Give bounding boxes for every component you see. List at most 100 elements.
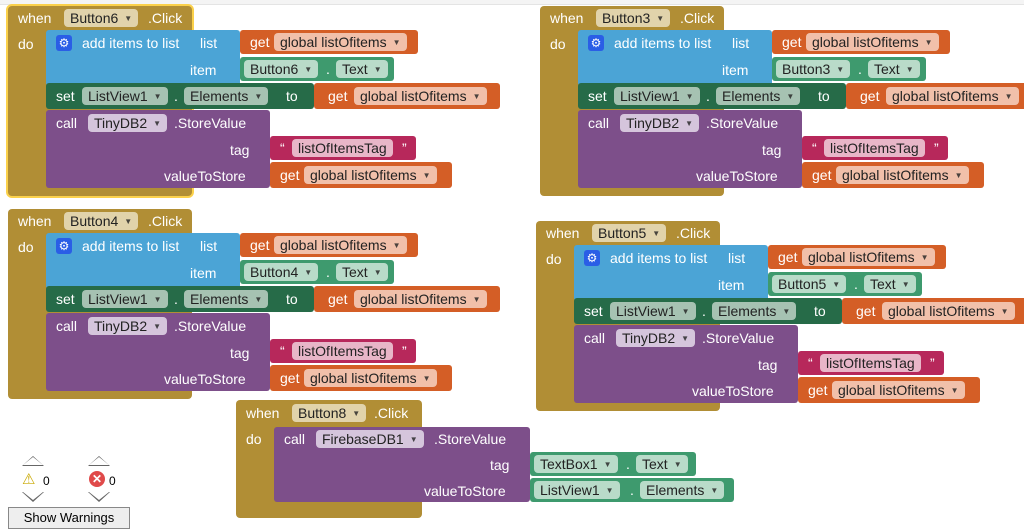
tinydb-component-dropdown[interactable]: TinyDB2 ▼ bbox=[88, 317, 168, 335]
set-listview-elements-block[interactable]: set ListView1 ▼ . Elements ▼ to bbox=[46, 83, 314, 109]
warnings-next-arrow[interactable] bbox=[22, 492, 44, 502]
get-global-variable-block[interactable]: get global listOfitems ▼ bbox=[270, 365, 452, 391]
button-component-dropdown[interactable]: Button5 ▼ bbox=[772, 275, 847, 293]
mutator-gear-icon[interactable]: ⚙ bbox=[56, 35, 72, 51]
listview-elements-getter[interactable]: ListView1 ▼ . Elements ▼ bbox=[530, 478, 734, 502]
listview-dropdown[interactable]: ListView1 ▼ bbox=[82, 87, 168, 105]
global-variable-dropdown[interactable]: global listOfitems ▼ bbox=[274, 33, 407, 51]
button-component-dropdown[interactable]: Button3 ▼ bbox=[776, 60, 851, 78]
add-items-to-list-block[interactable]: ⚙ add items to list list item bbox=[46, 30, 240, 86]
button-component-dropdown[interactable]: Button4 ▼ bbox=[244, 263, 319, 281]
errors-prev-arrow[interactable] bbox=[88, 456, 110, 466]
text-property-dropdown[interactable]: Text ▼ bbox=[868, 60, 920, 78]
textbox-dropdown[interactable]: TextBox1 ▼ bbox=[534, 455, 618, 473]
errors-next-arrow[interactable] bbox=[88, 492, 110, 502]
text-string-block[interactable]: “ listOfItemsTag ” bbox=[270, 339, 416, 363]
firebase-component-dropdown[interactable]: FirebaseDB1 ▼ bbox=[316, 430, 424, 448]
tinydb-component-dropdown[interactable]: TinyDB2 ▼ bbox=[88, 114, 168, 132]
add-items-to-list-block[interactable]: ⚙ add items to list list item bbox=[574, 245, 768, 301]
elements-property-dropdown[interactable]: Elements ▼ bbox=[712, 302, 797, 320]
button3-dropdown[interactable]: Button3 ▼ bbox=[596, 9, 671, 27]
elements-property-dropdown[interactable]: Elements ▼ bbox=[716, 87, 801, 105]
button8-dropdown[interactable]: Button8 ▼ bbox=[292, 404, 367, 422]
click-event-label: .Click bbox=[676, 225, 711, 241]
mutator-gear-icon[interactable]: ⚙ bbox=[56, 238, 72, 254]
get-global-variable-block[interactable]: get global listOfitems ▼ bbox=[270, 162, 452, 188]
listview-dropdown[interactable]: ListView1 ▼ bbox=[614, 87, 700, 105]
get-global-variable-block[interactable]: get global listOfitems ▼ bbox=[802, 162, 984, 188]
tinydb-store-value-block[interactable]: call TinyDB2 ▼ .StoreValue tag valueToSto… bbox=[46, 110, 270, 188]
global-variable-dropdown[interactable]: global listOfitems ▼ bbox=[274, 236, 407, 254]
mutator-gear-icon[interactable]: ⚙ bbox=[588, 35, 604, 51]
text-string-block[interactable]: “ listOfItemsTag ” bbox=[802, 136, 948, 160]
global-variable-dropdown[interactable]: global listOfitems ▼ bbox=[832, 381, 965, 399]
text-property-dropdown[interactable]: Text ▼ bbox=[864, 275, 916, 293]
global-variable-dropdown[interactable]: global listOfitems ▼ bbox=[304, 166, 437, 184]
tinydb-component-dropdown[interactable]: TinyDB2 ▼ bbox=[620, 114, 700, 132]
dropdown-arrow-icon: ▼ bbox=[254, 295, 263, 304]
firebase-store-value-block[interactable]: call FirebaseDB1 ▼ .StoreValue tag valueT… bbox=[274, 427, 530, 502]
button-component-dropdown[interactable]: Button6 ▼ bbox=[244, 60, 319, 78]
tag-string-field[interactable]: listOfItemsTag bbox=[292, 139, 393, 157]
get-global-variable-block[interactable]: get global listOfitems ▼ bbox=[798, 377, 980, 403]
dot-separator: . bbox=[702, 303, 706, 319]
button-text-getter[interactable]: Button5 ▼ . Text ▼ bbox=[768, 272, 922, 296]
text-property-dropdown[interactable]: Text ▼ bbox=[336, 60, 388, 78]
warnings-prev-arrow[interactable] bbox=[22, 456, 44, 466]
listview-dropdown[interactable]: ListView1 ▼ bbox=[82, 290, 168, 308]
elements-property-dropdown[interactable]: Elements ▼ bbox=[184, 87, 269, 105]
button5-dropdown[interactable]: Button5 ▼ bbox=[592, 224, 667, 242]
text-string-block[interactable]: “ listOfItemsTag ” bbox=[270, 136, 416, 160]
tinydb-store-value-block[interactable]: call TinyDB2 ▼ .StoreValue tag valueToSto… bbox=[574, 325, 798, 403]
global-variable-dropdown[interactable]: global listOfitems ▼ bbox=[882, 302, 1015, 320]
show-warnings-button[interactable]: Show Warnings bbox=[8, 507, 130, 529]
error-icon: ✕ bbox=[89, 471, 105, 487]
get-global-variable-block[interactable]: get global listOfitems ▼ bbox=[240, 30, 418, 54]
tag-string-field[interactable]: listOfItemsTag bbox=[820, 354, 921, 372]
get-global-variable-block[interactable]: get global listOfitems ▼ bbox=[846, 83, 1024, 109]
listview-dropdown[interactable]: ListView1 ▼ bbox=[534, 481, 620, 499]
get-global-variable-block[interactable]: get global listOfitems ▼ bbox=[768, 245, 946, 269]
text-string-block[interactable]: “ listOfItemsTag ” bbox=[798, 351, 944, 375]
dropdown-arrow-icon: ▼ bbox=[373, 268, 382, 277]
button4-dropdown[interactable]: Button4 ▼ bbox=[64, 212, 139, 230]
global-variable-dropdown[interactable]: global listOfitems ▼ bbox=[806, 33, 939, 51]
value-to-store-label: valueToStore bbox=[692, 383, 774, 399]
button-text-getter[interactable]: Button3 ▼ . Text ▼ bbox=[772, 57, 926, 81]
add-items-to-list-block[interactable]: ⚙ add items to list list item bbox=[46, 233, 240, 289]
button6-dropdown[interactable]: Button6 ▼ bbox=[64, 9, 139, 27]
close-quote: ” bbox=[402, 140, 407, 156]
tinydb-component-dropdown[interactable]: TinyDB2 ▼ bbox=[616, 329, 696, 347]
get-global-variable-block[interactable]: get global listOfitems ▼ bbox=[842, 298, 1024, 324]
textbox-text-getter[interactable]: TextBox1 ▼ . Text ▼ bbox=[530, 452, 696, 476]
add-items-to-list-block[interactable]: ⚙ add items to list list item bbox=[578, 30, 772, 86]
global-variable-dropdown[interactable]: global listOfitems ▼ bbox=[354, 87, 487, 105]
global-variable-dropdown[interactable]: global listOfitems ▼ bbox=[354, 290, 487, 308]
get-global-variable-block[interactable]: get global listOfitems ▼ bbox=[314, 286, 500, 312]
mutator-gear-icon[interactable]: ⚙ bbox=[584, 250, 600, 266]
global-variable-dropdown[interactable]: global listOfitems ▼ bbox=[886, 87, 1019, 105]
set-listview-elements-block[interactable]: set ListView1 ▼ . Elements ▼ to bbox=[578, 83, 846, 109]
button-text-getter[interactable]: Button6 ▼ . Text ▼ bbox=[240, 57, 394, 81]
get-global-variable-block[interactable]: get global listOfitems ▼ bbox=[772, 30, 950, 54]
global-variable-dropdown[interactable]: global listOfitems ▼ bbox=[304, 369, 437, 387]
get-global-variable-block[interactable]: get global listOfitems ▼ bbox=[240, 233, 418, 257]
tag-label: tag bbox=[230, 142, 250, 158]
listview-dropdown[interactable]: ListView1 ▼ bbox=[610, 302, 696, 320]
text-property-dropdown[interactable]: Text ▼ bbox=[636, 455, 688, 473]
global-variable-dropdown[interactable]: global listOfitems ▼ bbox=[836, 166, 969, 184]
set-listview-elements-block[interactable]: set ListView1 ▼ . Elements ▼ to bbox=[574, 298, 842, 324]
set-listview-elements-block[interactable]: set ListView1 ▼ . Elements ▼ to bbox=[46, 286, 314, 312]
warning-count: 0 bbox=[43, 474, 50, 488]
get-global-variable-block[interactable]: get global listOfitems ▼ bbox=[314, 83, 500, 109]
global-variable-dropdown[interactable]: global listOfitems ▼ bbox=[802, 248, 935, 266]
set-label: set bbox=[584, 303, 603, 319]
tag-string-field[interactable]: listOfItemsTag bbox=[292, 342, 393, 360]
tinydb-store-value-block[interactable]: call TinyDB2 ▼ .StoreValue tag valueToSto… bbox=[46, 313, 270, 391]
elements-property-dropdown[interactable]: Elements ▼ bbox=[640, 481, 725, 499]
tag-string-field[interactable]: listOfItemsTag bbox=[824, 139, 925, 157]
button-text-getter[interactable]: Button4 ▼ . Text ▼ bbox=[240, 260, 394, 284]
elements-property-dropdown[interactable]: Elements ▼ bbox=[184, 290, 269, 308]
text-property-dropdown[interactable]: Text ▼ bbox=[336, 263, 388, 281]
tinydb-store-value-block[interactable]: call TinyDB2 ▼ .StoreValue tag valueToSto… bbox=[578, 110, 802, 188]
